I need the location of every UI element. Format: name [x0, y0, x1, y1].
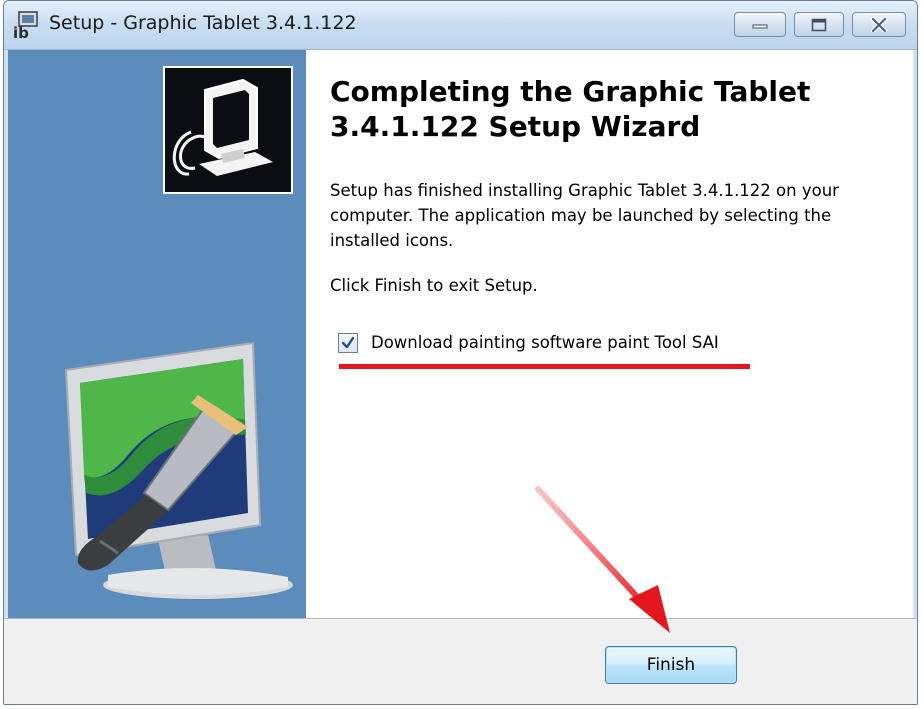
- install-complete-text: Setup has finished installing Graphic Ta…: [330, 181, 839, 250]
- maximize-icon: [811, 18, 827, 31]
- minimize-button[interactable]: [734, 12, 786, 37]
- svg-text:ib: ib: [13, 24, 29, 40]
- monitor-paintbrush-illustration: [64, 341, 293, 599]
- close-button[interactable]: [852, 12, 906, 37]
- setup-window: ib Setup - Graphic Tablet 3.4.1.122 Comp…: [3, 0, 918, 705]
- annotation-underline: [339, 364, 750, 369]
- download-sai-checkbox[interactable]: [338, 333, 358, 353]
- tablet-logo-icon: [172, 78, 273, 176]
- wizard-footer: Finish: [4, 618, 917, 704]
- minimize-icon: [752, 24, 768, 28]
- finish-button[interactable]: Finish: [605, 646, 737, 684]
- wizard-side-panel: [8, 50, 306, 618]
- close-icon: [871, 17, 887, 32]
- maximize-button[interactable]: [794, 12, 844, 37]
- wizard-content: Completing the Graphic Tablet 3.4.1.122 …: [8, 50, 913, 618]
- tablet-logo: [163, 66, 293, 194]
- title-bar[interactable]: ib Setup - Graphic Tablet 3.4.1.122: [4, 1, 917, 50]
- finish-instruction-text: Click Finish to exit Setup.: [330, 276, 538, 295]
- setup-app-icon: ib: [13, 11, 38, 40]
- download-sai-label[interactable]: Download painting software paint Tool SA…: [371, 330, 719, 356]
- checkmark-icon: [341, 336, 355, 349]
- window-title: Setup - Graphic Tablet 3.4.1.122: [49, 12, 357, 34]
- wizard-heading: Completing the Graphic Tablet 3.4.1.122 …: [330, 75, 811, 143]
